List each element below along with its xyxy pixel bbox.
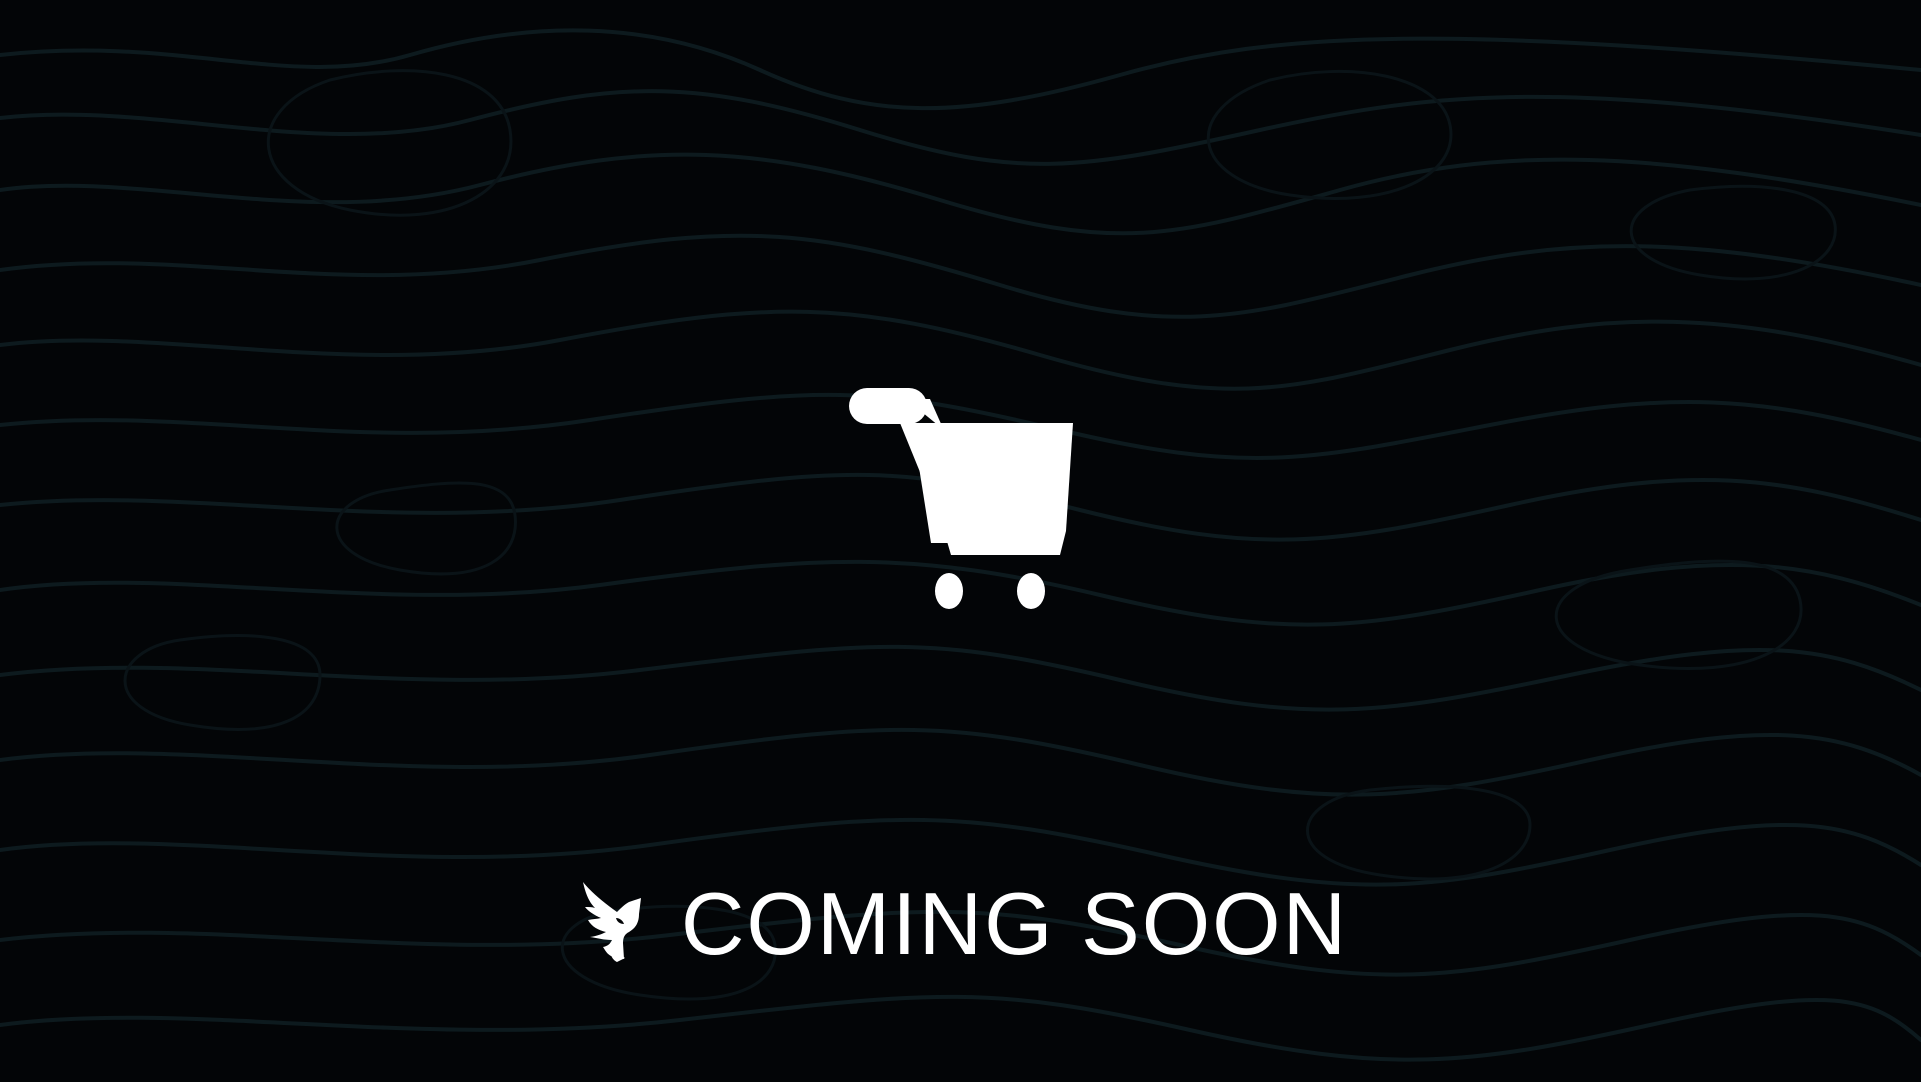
coming-soon-page: COMING SOON [0, 0, 1921, 1082]
shopping-cart-icon [849, 388, 1073, 609]
eagle-logo [582, 882, 641, 962]
coming-soon-section: COMING SOON [553, 869, 1368, 979]
coming-soon-label: COMING SOON [680, 874, 1349, 973]
